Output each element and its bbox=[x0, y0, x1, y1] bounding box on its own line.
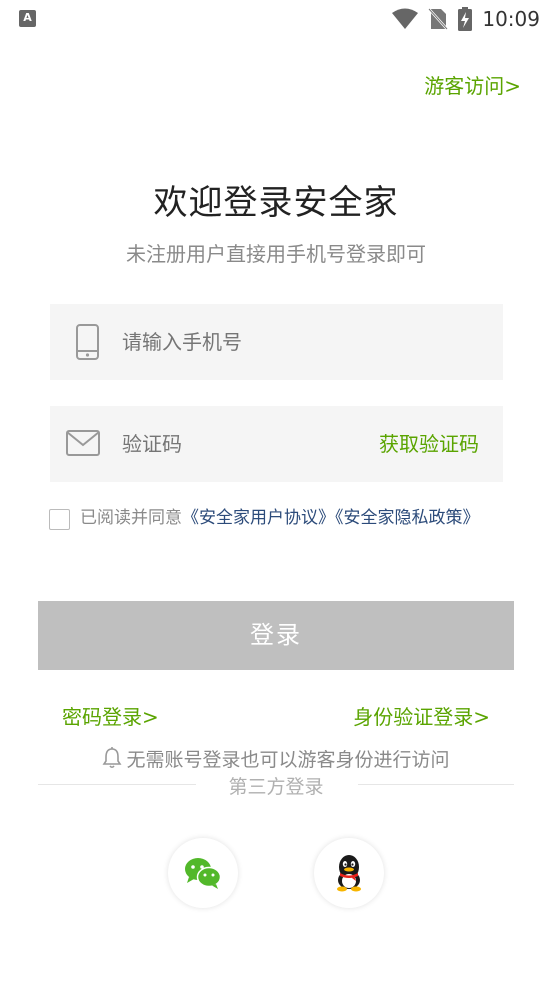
phone-icon bbox=[76, 324, 99, 360]
no-sim-icon bbox=[428, 8, 449, 30]
password-login-link[interactable]: 密码登录> bbox=[62, 701, 159, 730]
get-code-button[interactable]: 获取验证码 bbox=[379, 406, 479, 482]
guest-access-link[interactable]: 游客访问> bbox=[424, 70, 521, 99]
phone-field[interactable] bbox=[50, 304, 503, 380]
agreement-checkbox[interactable] bbox=[49, 509, 70, 530]
identity-login-link[interactable]: 身份验证登录> bbox=[353, 701, 490, 730]
status-bar: A 10:09 bbox=[0, 0, 552, 40]
wifi-icon bbox=[392, 8, 419, 29]
status-time: 10:09 bbox=[482, 7, 540, 31]
third-party-label: 第三方登录 bbox=[228, 776, 324, 798]
verification-code-input[interactable] bbox=[122, 406, 362, 482]
phone-input[interactable] bbox=[122, 304, 362, 380]
app-notification-icon: A bbox=[19, 10, 36, 27]
agreement-text: 已阅读并同意《安全家用户协议》《安全家隐私政策》 bbox=[80, 506, 510, 530]
bell-icon bbox=[102, 747, 122, 769]
page-subtitle: 未注册用户直接用手机号登录即可 bbox=[126, 242, 426, 266]
mail-icon bbox=[66, 430, 100, 456]
wechat-icon bbox=[185, 858, 222, 889]
login-button[interactable]: 登录 bbox=[38, 601, 514, 670]
page-title: 欢迎登录安全家 bbox=[153, 183, 399, 223]
guest-tip: 无需账号登录也可以游客身份进行访问 bbox=[0, 745, 552, 772]
status-icons: 10:09 bbox=[392, 6, 540, 32]
qq-icon bbox=[337, 855, 361, 892]
verification-code-field[interactable]: 获取验证码 bbox=[50, 406, 503, 482]
qq-login-button[interactable] bbox=[314, 838, 384, 908]
user-agreement-link[interactable]: 《安全家用户协议》 bbox=[182, 508, 335, 528]
battery-charging-icon bbox=[458, 7, 473, 31]
wechat-login-button[interactable] bbox=[168, 838, 238, 908]
agreement-prefix: 已阅读并同意 bbox=[80, 508, 182, 528]
privacy-policy-link[interactable]: 《安全家隐私政策》 bbox=[335, 508, 480, 528]
guest-tip-text: 无需账号登录也可以游客身份进行访问 bbox=[126, 749, 450, 771]
